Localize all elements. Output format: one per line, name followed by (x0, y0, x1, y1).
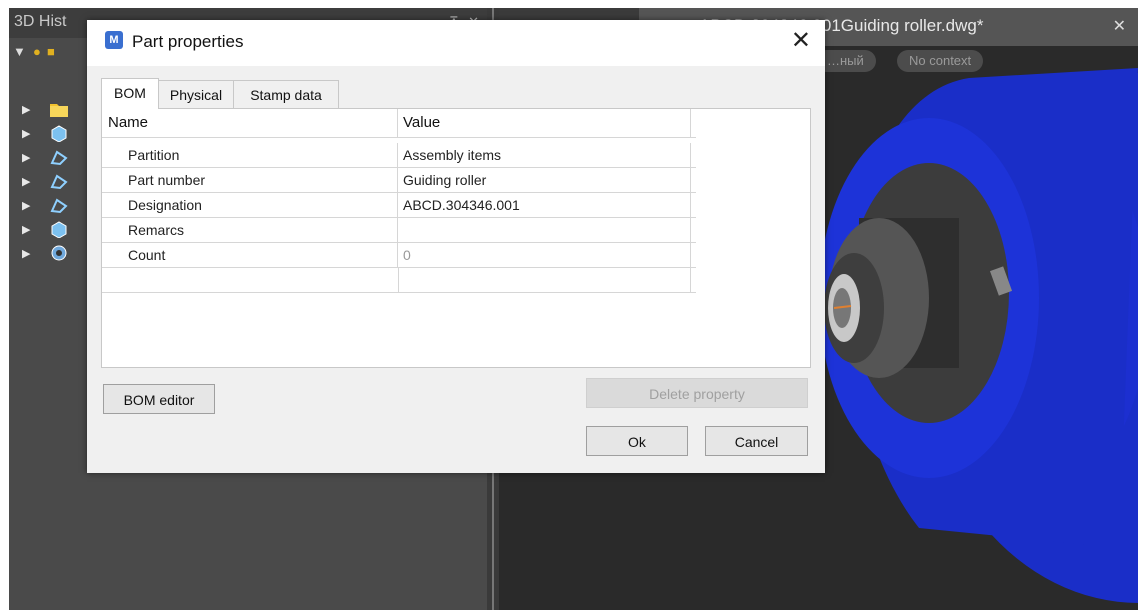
property-value[interactable]: 0 (399, 243, 691, 267)
tree-item[interactable]: ▶ (9, 98, 89, 122)
tree-item[interactable]: ▶ (9, 194, 89, 218)
table-row[interactable]: Count 0 (102, 243, 696, 268)
column-header-value[interactable]: Value (399, 109, 691, 137)
expand-arrow-icon[interactable]: ▶ (22, 127, 30, 140)
table-row[interactable]: Part number Guiding roller (102, 168, 696, 193)
part-icon (51, 221, 67, 238)
table-row[interactable]: Remarcs (102, 218, 696, 243)
property-value[interactable]: ABCD.304346.001 (399, 193, 691, 217)
property-name: Part number (102, 168, 398, 192)
expand-arrow-icon[interactable]: ▶ (22, 103, 30, 116)
dialog-titlebar: M Part properties ✕ (87, 20, 825, 66)
expand-arrow-icon[interactable]: ▶ (22, 247, 30, 260)
expand-arrow-icon[interactable]: ▶ (22, 175, 30, 188)
column-header-name[interactable]: Name (102, 109, 398, 137)
history-panel-title: 3D Hist (14, 13, 67, 30)
property-value[interactable]: Assembly items (399, 143, 691, 167)
dialog-title: Part properties (132, 32, 244, 51)
sketch-icon (50, 150, 68, 166)
cancel-button[interactable]: Cancel (705, 426, 808, 456)
expand-arrow-icon[interactable]: ▶ (22, 151, 30, 164)
tree-item[interactable]: ▶ (9, 146, 89, 170)
close-tab-icon[interactable]: ✕ (1113, 16, 1126, 36)
key-icon[interactable]: ● (33, 44, 41, 59)
property-value[interactable]: Guiding roller (399, 168, 691, 192)
expand-arrow-icon[interactable]: ▶ (22, 199, 30, 212)
tree-item[interactable]: ▶ (9, 242, 89, 266)
app-icon: M (105, 31, 123, 49)
assembly-icon (51, 245, 67, 261)
table-row[interactable]: Designation ABCD.304346.001 (102, 193, 696, 218)
property-name: Designation (102, 193, 398, 217)
no-context-pill[interactable]: No context (897, 50, 984, 72)
property-name: Remarcs (102, 218, 398, 242)
property-value[interactable] (399, 268, 691, 292)
part-properties-dialog: M Part properties ✕ BOM Physical Stamp d… (87, 20, 825, 473)
part-icon (51, 125, 67, 142)
tree-item[interactable]: ▶ (9, 218, 89, 242)
tree-item[interactable]: ▶ (9, 122, 89, 146)
tree-item[interactable]: ▶ (9, 170, 89, 194)
folder-icon[interactable]: ■ (47, 44, 55, 59)
close-icon[interactable]: ✕ (791, 26, 811, 55)
table-row[interactable]: Partition Assembly items (102, 143, 696, 168)
property-name (102, 268, 399, 292)
bom-editor-button[interactable]: BOM editor (103, 384, 215, 414)
property-name: Count (102, 243, 398, 267)
property-value[interactable] (399, 218, 691, 242)
table-header-row: Name Value (102, 109, 696, 138)
tab-bom[interactable]: BOM (101, 78, 159, 109)
tab-stamp-data[interactable]: Stamp data (233, 80, 339, 109)
sketch-icon (50, 174, 68, 190)
sketch-icon (50, 198, 68, 214)
bom-tab-panel: Name Value Partition Assembly items Part… (101, 108, 811, 368)
property-name: Partition (102, 143, 398, 167)
ok-button[interactable]: Ok (586, 426, 688, 456)
tab-physical[interactable]: Physical (157, 80, 235, 109)
expand-arrow-icon[interactable]: ▶ (22, 223, 30, 236)
delete-property-button[interactable]: Delete property (586, 378, 808, 408)
folder-icon (50, 104, 68, 117)
filter-icon[interactable]: ▼ (13, 44, 26, 59)
table-row[interactable] (102, 268, 696, 293)
